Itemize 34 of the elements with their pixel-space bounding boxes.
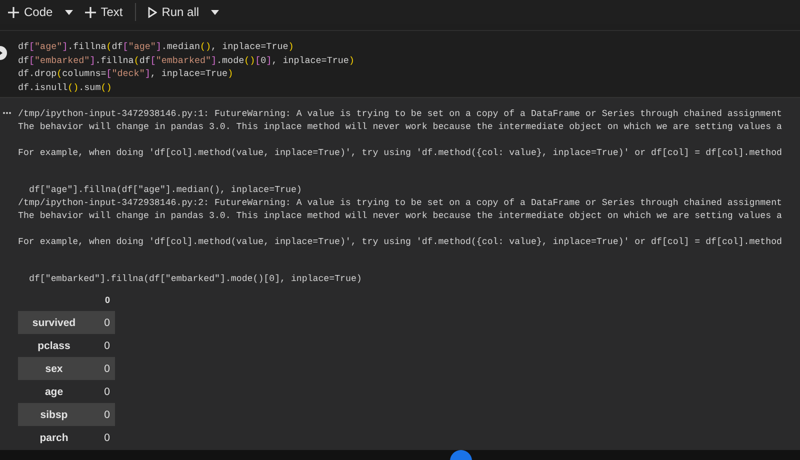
- caret-icon: [64, 10, 73, 14]
- row-label: age: [18, 380, 90, 403]
- table-cell: 0: [90, 380, 115, 403]
- table-cell: 0: [90, 403, 115, 426]
- code-line: df["age"].fillna(df["age"].median(), inplace=True): [18, 40, 295, 54]
- warning-line: /tmp/ipython-input-3472938146.py:1: FutureWarning: A value is trying to be set on a copy of a DataFrame or Series through chained assignment: [18, 107, 783, 120]
- warning-line: The behavior will change in pandas 3.0. This inplace method will never work because the intermediate object on which we are setting values a: [18, 209, 783, 222]
- run-all-button[interactable]: Run all: [144, 1, 204, 23]
- table-cell: 0: [90, 357, 115, 380]
- row-label: pclass: [18, 334, 90, 357]
- warning-line: For example, when doing 'df[col].method(value, inplace=True)', try using 'df.method({col: value}, inplace=True)' or df[col] = df[col].method: [18, 146, 783, 159]
- code-line: df.drop(columns=["deck"], inplace=True): [18, 67, 234, 80]
- table-cell: 0: [90, 311, 115, 334]
- caret-icon: [211, 10, 220, 14]
- column-header: 0: [90, 288, 115, 311]
- table-cell: 0: [90, 334, 115, 357]
- code-line: df["embarked"].fillna(df["embarked"].mode()[0], inplace=True): [18, 54, 356, 67]
- row-label: sex: [18, 357, 90, 380]
- source-line: df["age"].fillna(df["age"].median(), inplace=True): [28, 183, 303, 196]
- row-label: parch: [18, 426, 90, 449]
- source-line: df["embarked"].fillna(df["embarked"].mode()[0], inplace=True): [28, 272, 363, 285]
- table-cell: 0: [90, 426, 115, 449]
- play-icon: [148, 6, 157, 18]
- plus-icon: [8, 6, 19, 18]
- plus-icon: [84, 6, 96, 18]
- code-line: df.isnull().sum(): [18, 80, 113, 94]
- add-cell-button[interactable]: Text: [80, 1, 127, 23]
- warning-line: /tmp/ipython-input-3472938146.py:2: FutureWarning: A value is trying to be set on a copy of a DataFrame or Series through chained assignment: [18, 196, 783, 209]
- warning-line: For example, when doing 'df[col].method(value, inplace=True)', try using 'df.method({col: value}, inplace=True)' or df[col] = df[col].method: [18, 235, 783, 248]
- add-cell-button[interactable]: Code: [4, 1, 57, 23]
- row-label: sibsp: [18, 403, 90, 426]
- warning-line: The behavior will change in pandas 3.0. This inplace method will never work because the intermediate object on which we are setting values a: [18, 120, 783, 133]
- row-label: survived: [18, 311, 90, 334]
- code-editor[interactable]: df["age"].fillna(df["age"].median(), inplace=True) df["embarked"].fillna(df["embarked"].mode()[0], inplace=True) df.drop(columns=["deck"], inplace=True) df.isnull().sum(): [18, 40, 800, 94]
